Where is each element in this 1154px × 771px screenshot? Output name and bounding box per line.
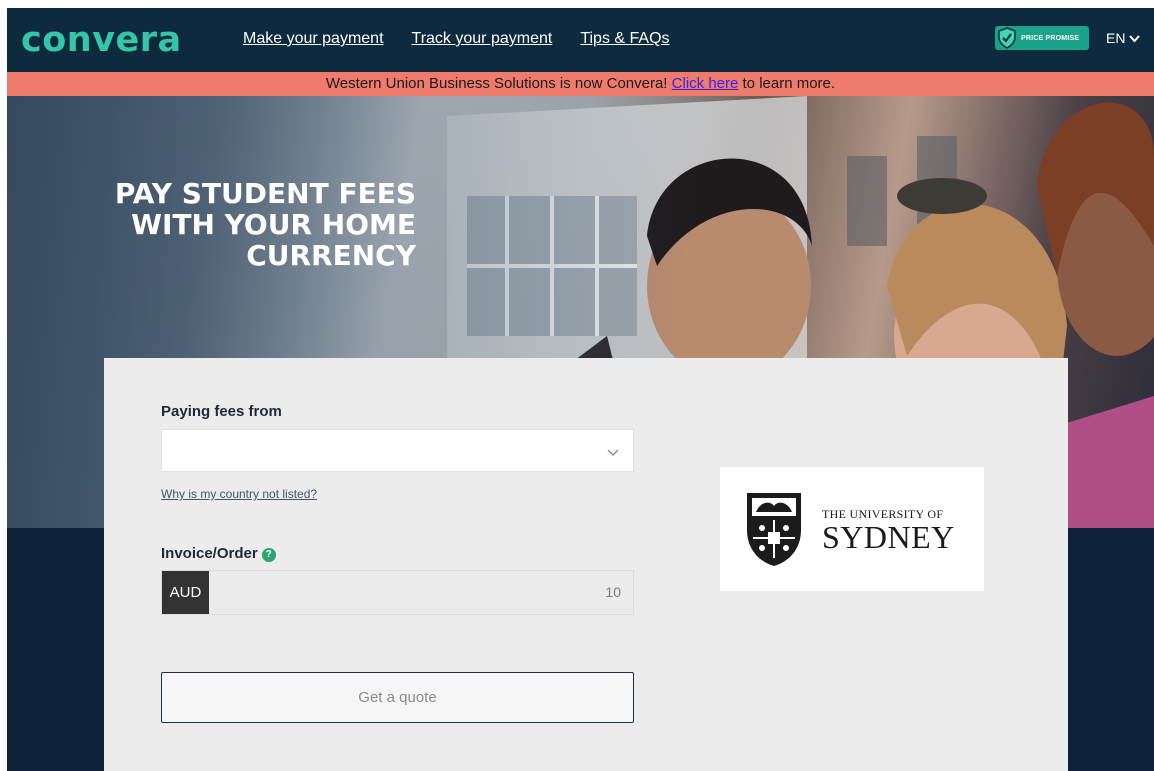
invoice-amount-value: 10 <box>605 584 621 600</box>
chevron-down-icon <box>607 444 619 462</box>
top-navigation-bar: convera Make your payment Track your pay… <box>7 8 1154 72</box>
page-frame: convera Make your payment Track your pay… <box>7 8 1154 771</box>
shield-check-icon <box>995 26 1019 50</box>
hero-title: PAY STUDENT FEES WITH YOUR HOME CURRENCY <box>56 178 416 271</box>
nav-make-payment-link[interactable]: Make your payment <box>243 30 384 48</box>
price-promise-badge[interactable]: PRICE PROMISE <box>995 26 1089 50</box>
invoice-label: Invoice/Order <box>161 545 258 562</box>
price-promise-label: PRICE PROMISE <box>1021 34 1080 42</box>
paying-from-label: Paying fees from <box>161 403 282 420</box>
nav-tips-faqs-link[interactable]: Tips & FAQs <box>580 30 669 48</box>
language-label: EN <box>1106 30 1126 46</box>
currency-badge: AUD <box>162 571 209 614</box>
country-select[interactable] <box>161 429 634 472</box>
announcement-banner: Western Union Business Solutions is now … <box>7 72 1154 96</box>
country-not-listed-link[interactable]: Why is my country not listed? <box>161 487 317 501</box>
invoice-amount-field[interactable]: AUD 10 <box>161 570 634 615</box>
main-nav: Make your payment Track your payment Tip… <box>243 30 670 48</box>
hero-title-line-1: PAY STUDENT FEES <box>114 177 416 210</box>
hero-title-line-2: WITH YOUR HOME <box>131 208 416 241</box>
chevron-down-icon <box>1129 30 1141 46</box>
banner-click-here-link[interactable]: Click here <box>672 75 739 92</box>
payment-form-card: Paying fees from Why is my country not l… <box>104 358 1068 771</box>
banner-text-before: Western Union Business Solutions is now … <box>325 75 672 92</box>
university-name: THE UNIVERSITY OF SYDNEY <box>822 507 955 555</box>
university-name-line-2: SYDNEY <box>822 518 955 555</box>
nav-track-payment-link[interactable]: Track your payment <box>412 30 553 48</box>
help-question-icon[interactable]: ? <box>261 547 276 562</box>
language-selector[interactable]: EN <box>1106 30 1141 46</box>
hero-title-line-3: CURRENCY <box>246 239 416 272</box>
university-crest-icon <box>744 490 804 568</box>
university-logo-panel: THE UNIVERSITY OF SYDNEY <box>720 467 984 591</box>
invoice-label-row: Invoice/Order? <box>161 545 276 562</box>
convera-logo[interactable]: convera <box>21 20 182 60</box>
banner-text-after: to learn more. <box>738 75 836 92</box>
get-quote-button[interactable]: Get a quote <box>161 672 634 723</box>
